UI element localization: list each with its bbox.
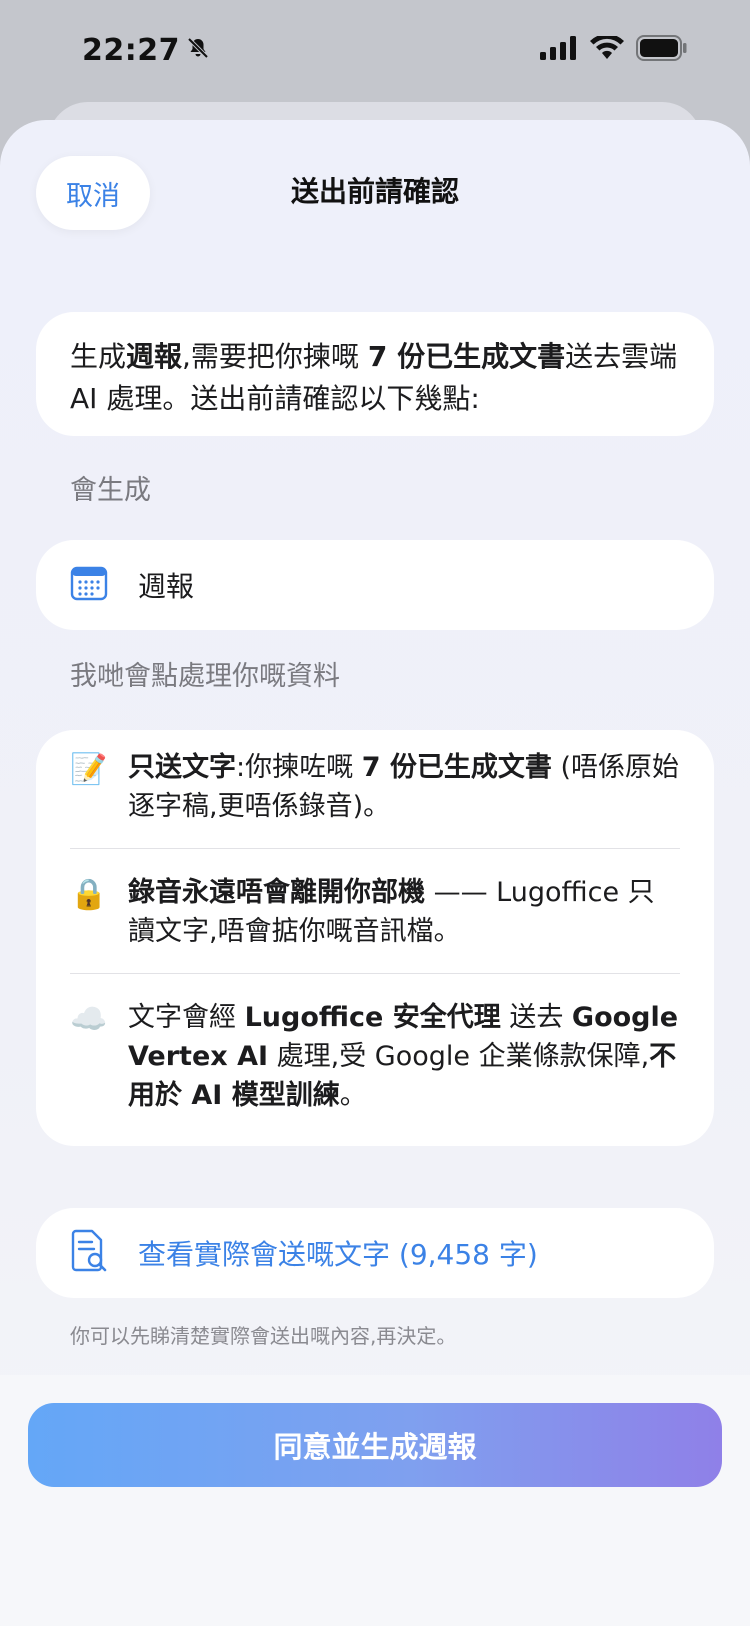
- battery-icon: [636, 35, 688, 65]
- cloud-proxy-name: Lugoffice 安全代理: [244, 1002, 501, 1033]
- generate-item: 週報: [36, 540, 714, 630]
- preview-hint: 你可以先睇清楚實際會送出嘅內容,再決定。: [70, 1324, 457, 1348]
- process-row-text: 錄音永遠唔會離開你部機 —— Lugoffice 只讀文字,唔會掂你嘅音訊檔。: [128, 873, 680, 951]
- confirmation-sheet: 取消 送出前請確認 生成週報,需要把你揀嘅 7 份已生成文書送去雲端 AI 處理…: [0, 120, 750, 1626]
- process-section-label: 我哋會點處理你嘅資料: [70, 661, 340, 692]
- cloud-body-3: 處理,受 Google 企業條款保障,: [268, 1041, 650, 1072]
- sheet-title: 送出前請確認: [290, 175, 459, 208]
- cloud-body-2: 送去: [500, 1002, 572, 1033]
- status-time-label: 22:27: [82, 32, 180, 68]
- cloud-icon: ☁️: [70, 1002, 108, 1037]
- text-only-heading: 只送文字: [128, 752, 236, 783]
- status-bar: 22:27: [0, 0, 750, 100]
- document-search-icon: [70, 1229, 108, 1277]
- status-indicators: [540, 33, 688, 65]
- process-row-text: 只送文字:你揀咗嘅 7 份已生成文書 (唔係原始逐字稿,更唔係錄音)。: [128, 748, 680, 826]
- generate-item-label: 週報: [138, 570, 195, 603]
- divider: [70, 848, 680, 849]
- process-row-text-only: 📝 只送文字:你揀咗嘅 7 份已生成文書 (唔係原始逐字稿,更唔係錄音)。: [70, 748, 680, 826]
- signal-icon: [540, 36, 578, 64]
- divider: [70, 973, 680, 974]
- cloud-body-4: 。: [339, 1080, 367, 1111]
- intro-card: 生成週報,需要把你揀嘅 7 份已生成文書送去雲端 AI 處理。送出前請確認以下幾…: [36, 312, 714, 436]
- intro-report-name: 週報: [126, 340, 183, 373]
- sheet-header: 取消 送出前請確認: [0, 120, 750, 275]
- intro-text-2: ,需要把你揀嘅: [182, 340, 368, 373]
- process-card: 📝 只送文字:你揀咗嘅 7 份已生成文書 (唔係原始逐字稿,更唔係錄音)。 🔒 …: [36, 730, 714, 1146]
- preview-text-label: 查看實際會送嘅文字 (9,458 字): [138, 1238, 538, 1271]
- process-row-cloud: ☁️ 文字會經 Lugoffice 安全代理 送去 Google Vertex …: [70, 998, 680, 1115]
- wifi-icon: [590, 33, 624, 64]
- preview-text-button[interactable]: 查看實際會送嘅文字 (9,458 字): [36, 1208, 714, 1298]
- memo-icon: 📝: [70, 752, 108, 787]
- text-only-doc-count: 7 份已生成文書: [361, 752, 552, 783]
- calendar-icon: [70, 565, 108, 605]
- cloud-body-1: 文字會經: [128, 1002, 245, 1033]
- text-only-body-1: :你揀咗嘅: [236, 752, 362, 783]
- lock-icon: 🔒: [70, 877, 108, 912]
- process-row-local-audio: 🔒 錄音永遠唔會離開你部機 —— Lugoffice 只讀文字,唔會掂你嘅音訊檔…: [70, 873, 680, 951]
- bell-muted-icon: [186, 33, 210, 68]
- generate-section-label: 會生成: [70, 475, 151, 506]
- process-row-text: 文字會經 Lugoffice 安全代理 送去 Google Vertex AI …: [128, 998, 680, 1115]
- status-time: 22:27: [82, 33, 210, 68]
- agree-generate-button[interactable]: 同意並生成週報: [28, 1403, 722, 1487]
- local-audio-heading: 錄音永遠唔會離開你部機: [128, 877, 425, 908]
- intro-text-1: 生成: [70, 340, 127, 373]
- intro-doc-count: 7 份已生成文書: [367, 340, 566, 373]
